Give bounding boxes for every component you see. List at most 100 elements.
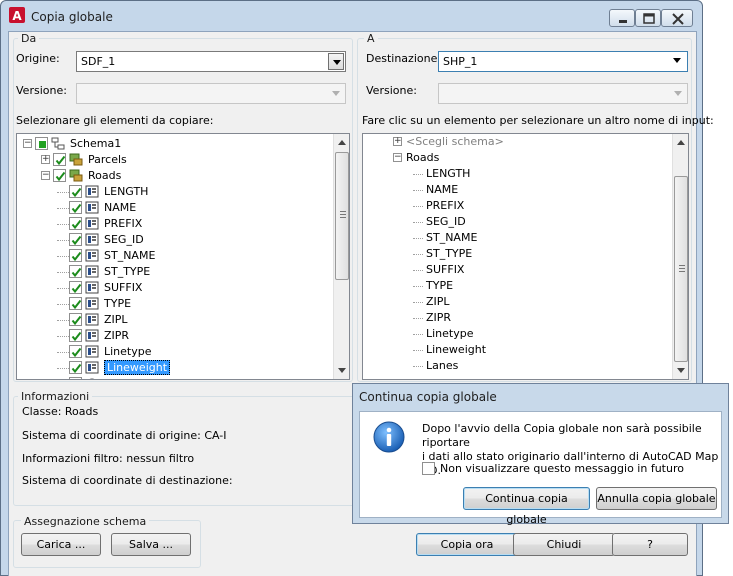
tree-connector-line [413, 350, 423, 351]
close-dialog-button[interactable]: Chiudi [513, 533, 615, 556]
source-item-checkbox[interactable] [69, 249, 82, 262]
source-tree-row[interactable]: − Roads [17, 168, 329, 184]
cancel-copy-button[interactable]: Annulla copia globale [596, 487, 717, 510]
dest-version-dropdown-button[interactable] [670, 85, 686, 102]
expand-icon[interactable]: + [393, 137, 402, 146]
source-tree-row[interactable]: − Schema1 [17, 136, 329, 152]
chevron-down-icon [333, 60, 341, 65]
source-item-checkbox[interactable] [69, 297, 82, 310]
save-schema-button[interactable]: Salva ... [111, 533, 191, 556]
dest-tree-row[interactable]: TYPE [363, 278, 668, 294]
source-item-checkbox[interactable] [69, 377, 82, 379]
help-button[interactable]: ? [612, 533, 688, 556]
source-item-checkbox[interactable] [69, 361, 82, 374]
scroll-up-button[interactable] [673, 134, 688, 151]
source-item-label: ST_NAME [104, 249, 156, 262]
popup-body: Dopo l'avvio della Copia globale non sar… [359, 411, 722, 526]
property-icon [85, 361, 99, 374]
scroll-grip [679, 265, 685, 266]
dest-tree-row[interactable]: SUFFIX [363, 262, 668, 278]
source-tree-row[interactable]: + Parcels [17, 152, 329, 168]
dest-tree-row[interactable]: NAME [363, 182, 668, 198]
dest-tree-row[interactable]: − Roads [363, 150, 668, 166]
scroll-up-button[interactable] [334, 134, 349, 151]
source-item-checkbox[interactable] [69, 185, 82, 198]
property-icon [85, 265, 99, 278]
dest-tree-row[interactable]: ST_TYPE [363, 246, 668, 262]
tree-connector-line [57, 336, 69, 337]
source-tree-row[interactable]: NAME [17, 200, 329, 216]
source-tree-row[interactable]: ZIPL [17, 312, 329, 328]
dest-version-combo[interactable] [438, 83, 688, 104]
schema-icon [51, 137, 65, 150]
source-item-checkbox[interactable] [69, 201, 82, 214]
source-tree-scrollbar[interactable] [333, 134, 349, 379]
dont-show-checkbox[interactable] [422, 462, 435, 475]
source-group-label: Da [18, 32, 40, 45]
source-tree-row[interactable]: Geom [17, 376, 329, 379]
dest-tree-row[interactable]: Lanes [363, 358, 668, 374]
tree-connector-line [413, 334, 423, 335]
scroll-down-button[interactable] [334, 362, 349, 379]
origin-dropdown-button[interactable] [328, 53, 344, 70]
source-tree-row[interactable]: Linetype [17, 344, 329, 360]
minimize-button[interactable] [609, 9, 635, 27]
dest-tree-row[interactable]: PREFIX [363, 198, 668, 214]
source-tree-row[interactable]: ZIPR [17, 328, 329, 344]
tree-connector-line [57, 288, 69, 289]
source-tree-row[interactable]: Lineweight [17, 360, 329, 376]
scroll-thumb[interactable] [674, 176, 688, 362]
dest-tree-row[interactable]: ST_NAME [363, 230, 668, 246]
source-item-checkbox[interactable] [69, 265, 82, 278]
source-tree-row[interactable]: ST_TYPE [17, 264, 329, 280]
source-item-checkbox[interactable] [53, 153, 66, 166]
source-item-checkbox[interactable] [53, 169, 66, 182]
continue-copy-button[interactable]: Continua copia globale [463, 487, 590, 526]
dest-tree-row[interactable]: LENGTH [363, 166, 668, 182]
source-tree-row[interactable]: SUFFIX [17, 280, 329, 296]
origin-combo[interactable]: SDF_1 [76, 51, 346, 72]
source-item-checkbox[interactable] [69, 345, 82, 358]
dest-tree-row[interactable]: + <Scegli schema> [363, 134, 668, 150]
source-item-label: TYPE [104, 297, 132, 310]
source-tree-row[interactable]: ST_NAME [17, 248, 329, 264]
destination-dropdown-button[interactable] [669, 52, 687, 71]
load-schema-button[interactable]: Carica ... [21, 533, 101, 556]
destination-combo[interactable]: SHP_1 [438, 51, 688, 72]
expand-icon[interactable]: + [41, 155, 50, 164]
title-bar[interactable]: A Copia globale [1, 1, 702, 31]
source-tree[interactable]: − Schema1 + Parcels − Roads LENGTH NAME PREFIX SE… [16, 133, 350, 380]
close-button[interactable] [661, 9, 693, 27]
destination-tree[interactable]: + <Scegli schema> − Roads LENGTH NAME PREFIX SE… [362, 133, 689, 380]
maximize-button[interactable] [635, 9, 661, 27]
source-tree-row[interactable]: SEG_ID [17, 232, 329, 248]
source-version-combo[interactable] [76, 83, 346, 104]
source-tree-row[interactable]: TYPE [17, 296, 329, 312]
scroll-grip [679, 268, 685, 269]
scroll-thumb[interactable] [335, 152, 349, 280]
source-item-checkbox[interactable] [69, 281, 82, 294]
scroll-down-button[interactable] [673, 362, 688, 379]
origin-label: Origine: [16, 52, 60, 65]
source-item-checkbox[interactable] [69, 329, 82, 342]
dest-tree-scrollbar[interactable] [672, 134, 688, 379]
source-item-label: LENGTH [104, 185, 149, 198]
dest-tree-row[interactable]: ZIPL [363, 294, 668, 310]
dest-tree-row[interactable]: Linetype [363, 326, 668, 342]
dest-tree-row[interactable]: ZIPR [363, 310, 668, 326]
source-tree-row[interactable]: LENGTH [17, 184, 329, 200]
source-version-dropdown-button[interactable] [328, 85, 344, 102]
collapse-icon[interactable]: − [393, 153, 402, 162]
source-item-checkbox[interactable] [35, 137, 48, 150]
dest-tree-row[interactable]: SEG_ID [363, 214, 668, 230]
collapse-icon[interactable]: − [41, 171, 50, 180]
dest-tree-row[interactable]: Lineweight [363, 342, 668, 358]
copy-now-button[interactable]: Copia ora [416, 533, 518, 556]
minimize-icon [619, 20, 627, 23]
source-item-checkbox[interactable] [69, 217, 82, 230]
source-item-checkbox[interactable] [69, 233, 82, 246]
tree-connector-line [57, 208, 69, 209]
source-tree-row[interactable]: PREFIX [17, 216, 329, 232]
collapse-icon[interactable]: − [23, 139, 32, 148]
source-item-checkbox[interactable] [69, 313, 82, 326]
